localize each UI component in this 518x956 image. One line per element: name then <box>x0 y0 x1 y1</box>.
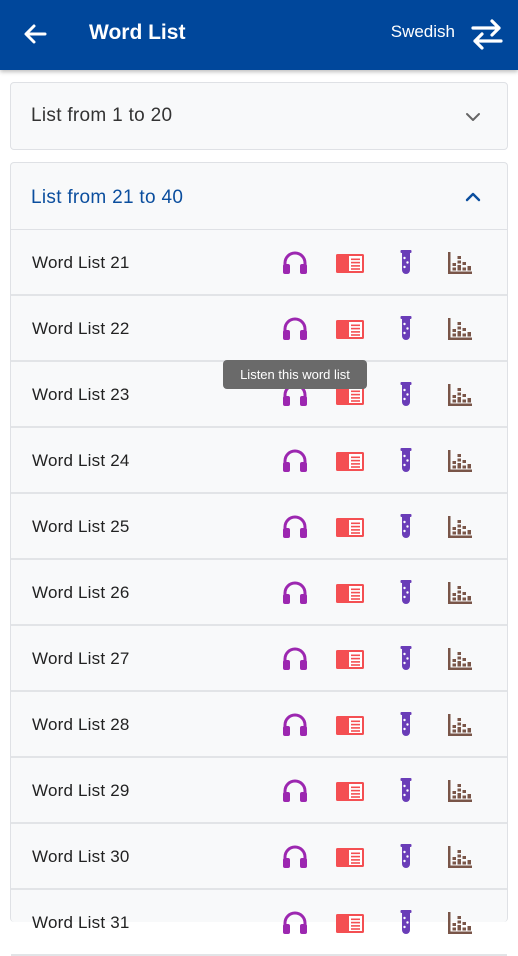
word-list-label: Word List 22 <box>32 319 130 338</box>
test-tube-icon[interactable] <box>392 513 420 541</box>
test-tube-icon[interactable] <box>392 645 420 673</box>
bar-chart-icon[interactable] <box>446 645 474 673</box>
headphones-icon[interactable] <box>281 645 309 673</box>
word-list-label: Word List 25 <box>32 517 130 536</box>
book-icon[interactable] <box>336 777 364 805</box>
test-tube-icon[interactable] <box>392 447 420 475</box>
arrow-left-icon[interactable] <box>20 19 50 49</box>
book-icon[interactable] <box>336 513 364 541</box>
word-list-row[interactable]: Word List 24 <box>11 428 507 494</box>
swap-arrows-icon[interactable] <box>470 17 504 51</box>
language-selector[interactable]: Swedish <box>391 20 455 44</box>
word-list-row[interactable]: Word List 28 <box>11 692 507 758</box>
word-list-row[interactable]: Word List 21 <box>11 230 507 296</box>
book-icon[interactable] <box>336 315 364 343</box>
headphones-icon[interactable] <box>281 249 309 277</box>
word-list-row[interactable]: Word List 30 <box>11 824 507 890</box>
word-list-label: Word List 26 <box>32 583 130 602</box>
test-tube-icon[interactable] <box>392 843 420 871</box>
headphones-icon[interactable] <box>281 777 309 805</box>
app-bar: Word List Swedish <box>0 0 518 70</box>
word-list-label: Word List 30 <box>32 847 130 866</box>
book-icon[interactable] <box>336 249 364 277</box>
test-tube-icon[interactable] <box>392 777 420 805</box>
word-list-label: Word List 29 <box>32 781 130 800</box>
section-header-1-20[interactable]: List from 1 to 20 <box>11 83 507 149</box>
word-list-row[interactable]: Word List 26 <box>11 560 507 626</box>
word-list-label: Word List 31 <box>32 913 130 932</box>
bar-chart-icon[interactable] <box>446 579 474 607</box>
bar-chart-icon[interactable] <box>446 447 474 475</box>
headphones-icon[interactable] <box>281 513 309 541</box>
word-list-label: Word List 23 <box>32 385 130 404</box>
word-list-row[interactable]: Word List 31 <box>11 890 507 956</box>
page-title: Word List <box>89 21 186 44</box>
chevron-up-icon <box>465 192 481 202</box>
word-list-row[interactable]: Word List 27 <box>11 626 507 692</box>
book-icon[interactable] <box>336 579 364 607</box>
bar-chart-icon[interactable] <box>446 777 474 805</box>
bar-chart-icon[interactable] <box>446 909 474 937</box>
bar-chart-icon[interactable] <box>446 513 474 541</box>
test-tube-icon[interactable] <box>392 909 420 937</box>
bar-chart-icon[interactable] <box>446 315 474 343</box>
word-list-row[interactable]: Word List 22 <box>11 296 507 362</box>
section-label: List from 1 to 20 <box>31 105 173 126</box>
headphones-icon[interactable] <box>281 711 309 739</box>
word-list-label: Word List 21 <box>32 253 130 272</box>
test-tube-icon[interactable] <box>392 711 420 739</box>
tooltip: Listen this word list <box>223 360 367 389</box>
section-header-21-40[interactable]: List from 21 to 40 <box>11 163 507 230</box>
section-list-21-40: List from 21 to 40 Word List 21 Word List… <box>10 162 508 956</box>
chevron-down-icon <box>466 113 480 121</box>
book-icon[interactable] <box>336 645 364 673</box>
test-tube-icon[interactable] <box>392 249 420 277</box>
word-list-row[interactable]: Word List 25 <box>11 494 507 560</box>
word-list-rows: Word List 21 Word List 22 Word List 23 Word… <box>11 230 507 956</box>
headphones-icon[interactable] <box>281 447 309 475</box>
book-icon[interactable] <box>336 843 364 871</box>
headphones-icon[interactable] <box>281 843 309 871</box>
word-list-label: Word List 28 <box>32 715 130 734</box>
book-icon[interactable] <box>336 909 364 937</box>
section-label: List from 21 to 40 <box>31 187 184 208</box>
section-list-1-20: List from 1 to 20 <box>10 82 508 150</box>
bar-chart-icon[interactable] <box>446 843 474 871</box>
bar-chart-icon[interactable] <box>446 381 474 409</box>
book-icon[interactable] <box>336 711 364 739</box>
test-tube-icon[interactable] <box>392 579 420 607</box>
headphones-icon[interactable] <box>281 909 309 937</box>
word-list-label: Word List 24 <box>32 451 130 470</box>
headphones-icon[interactable] <box>281 579 309 607</box>
test-tube-icon[interactable] <box>392 315 420 343</box>
word-list-label: Word List 27 <box>32 649 130 668</box>
bar-chart-icon[interactable] <box>446 249 474 277</box>
book-icon[interactable] <box>336 447 364 475</box>
test-tube-icon[interactable] <box>392 381 420 409</box>
headphones-icon[interactable] <box>281 315 309 343</box>
word-list-row[interactable]: Word List 29 <box>11 758 507 824</box>
bar-chart-icon[interactable] <box>446 711 474 739</box>
